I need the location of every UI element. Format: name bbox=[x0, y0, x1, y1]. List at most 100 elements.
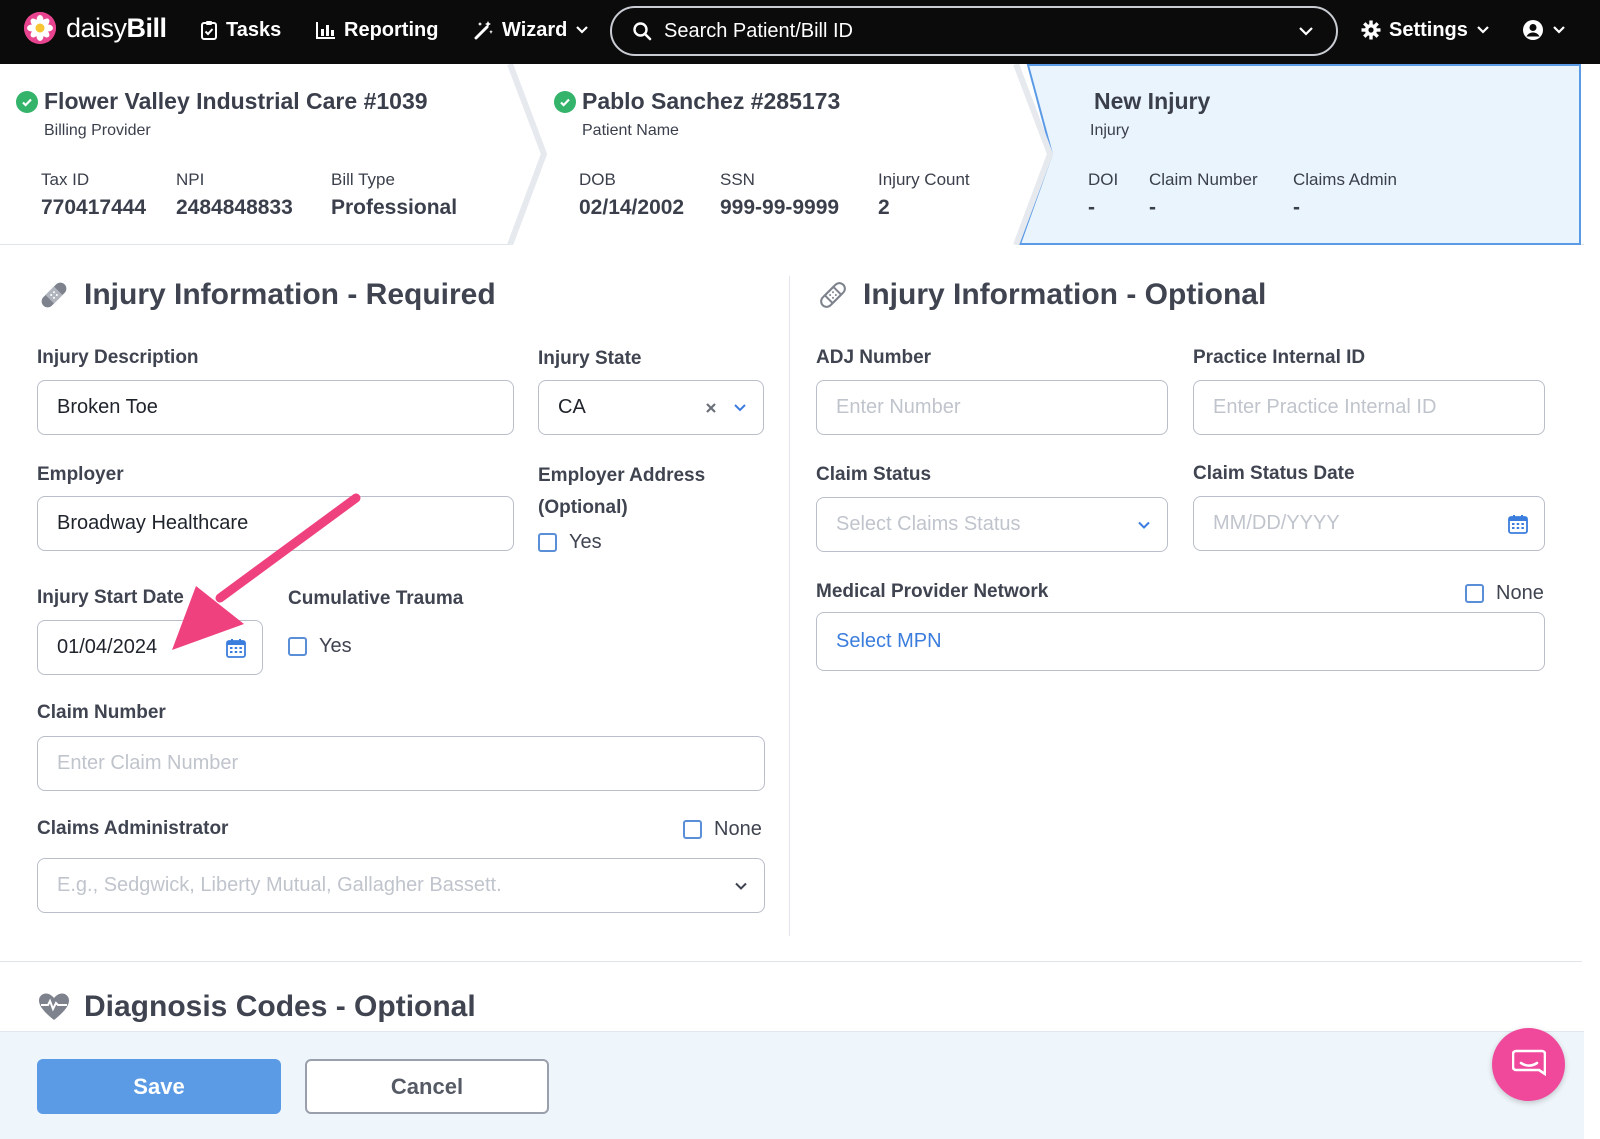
bandage-icon bbox=[41, 282, 67, 308]
form-footer: Save Cancel bbox=[0, 1031, 1584, 1139]
adj-number-placeholder: Enter Number bbox=[836, 396, 961, 418]
optional-section-title: Injury Information - Optional bbox=[817, 278, 1266, 312]
nav-tasks[interactable]: Tasks bbox=[200, 14, 281, 46]
doi-value: - bbox=[1088, 196, 1095, 219]
cancel-button[interactable]: Cancel bbox=[305, 1059, 549, 1114]
logo-text: daisyBill bbox=[66, 12, 167, 43]
patient-bill-search[interactable] bbox=[610, 6, 1338, 56]
claim-number-crumb-value: - bbox=[1149, 196, 1156, 219]
section-divider bbox=[0, 961, 1582, 962]
bill-type-value: Professional bbox=[331, 196, 458, 219]
bill-type-label: Bill Type bbox=[331, 170, 395, 189]
chevron-down-icon bbox=[1553, 26, 1565, 34]
chat-support-button[interactable] bbox=[1492, 1028, 1565, 1101]
nav-wizard[interactable]: Wizard bbox=[474, 14, 589, 46]
injury-crumb-title: New Injury bbox=[1094, 88, 1211, 114]
select-mpn-link[interactable]: Select MPN bbox=[836, 630, 942, 653]
save-button[interactable]: Save bbox=[37, 1059, 281, 1114]
chevron-down-icon[interactable] bbox=[733, 403, 747, 412]
provider-name: Flower Valley Industrial Care #1039 bbox=[44, 88, 428, 114]
employer-address-yes-checkbox[interactable]: Yes bbox=[538, 531, 602, 554]
required-section-title: Injury Information - Required bbox=[38, 278, 496, 312]
column-divider bbox=[789, 276, 790, 936]
clipboard-check-icon bbox=[201, 21, 217, 40]
patient-name: Pablo Sanchez #285173 bbox=[582, 88, 841, 114]
nav-settings[interactable]: Settings bbox=[1361, 14, 1490, 46]
required-title-text: Injury Information - Required bbox=[84, 278, 496, 311]
injury-start-date-value: 01/04/2024 bbox=[57, 636, 158, 658]
claim-status-select[interactable]: Select Claims Status bbox=[816, 497, 1168, 552]
claims-admin-none-checkbox[interactable]: None bbox=[683, 818, 762, 841]
mpn-label: Medical Provider Network bbox=[816, 581, 1049, 602]
provider-subtitle: Billing Provider bbox=[44, 122, 151, 139]
search-input[interactable] bbox=[664, 19, 1264, 43]
cumulative-trauma-yes-checkbox[interactable]: Yes bbox=[288, 635, 352, 658]
check-circle-icon bbox=[16, 90, 38, 113]
breadcrumb-billing-provider[interactable]: Flower Valley Industrial Care #1039 Bill… bbox=[0, 64, 520, 245]
mpn-none-checkbox[interactable]: None bbox=[1465, 582, 1544, 605]
employer-label: Employer bbox=[37, 464, 124, 485]
npi-label: NPI bbox=[176, 170, 205, 189]
breadcrumb-new-injury[interactable]: New Injury Injury DOI - Claim Number - C… bbox=[1030, 64, 1584, 245]
diagnosis-section-title: Diagnosis Codes - Optional bbox=[38, 990, 476, 1024]
claim-number-label: Claim Number bbox=[37, 702, 166, 723]
injury-state-select[interactable]: CA bbox=[538, 380, 764, 435]
employer-input[interactable]: Broadway Healthcare bbox=[37, 496, 514, 551]
practice-internal-id-input[interactable]: Enter Practice Internal ID bbox=[1193, 380, 1545, 435]
nav-reporting-label: Reporting bbox=[344, 18, 439, 41]
injury-description-label: Injury Description bbox=[37, 347, 199, 368]
claim-number-input[interactable]: Enter Claim Number bbox=[37, 736, 765, 791]
checkbox-box[interactable] bbox=[1465, 584, 1484, 603]
tax-id-value: 770417444 bbox=[41, 196, 147, 219]
nav-reporting[interactable]: Reporting bbox=[316, 14, 438, 46]
bill-wizard-breadcrumb: Flower Valley Industrial Care #1039 Bill… bbox=[0, 64, 1584, 245]
adj-number-label: ADJ Number bbox=[816, 347, 932, 368]
clear-x-icon[interactable] bbox=[705, 402, 717, 414]
injury-description-input[interactable]: Broken Toe bbox=[37, 380, 514, 435]
employer-address-yes-label: Yes bbox=[569, 531, 602, 553]
nav-settings-label: Settings bbox=[1389, 18, 1468, 41]
dob-value: 02/14/2002 bbox=[579, 196, 685, 219]
dob-label: DOB bbox=[579, 170, 616, 189]
claim-status-label: Claim Status bbox=[816, 464, 932, 485]
bandage-outline-icon bbox=[820, 282, 846, 308]
claims-admin-crumb-value: - bbox=[1293, 196, 1300, 219]
nav-tasks-label: Tasks bbox=[226, 18, 282, 41]
injury-count-value: 2 bbox=[878, 196, 890, 219]
injury-state-label: Injury State bbox=[538, 348, 642, 369]
ssn-value: 999-99-9999 bbox=[720, 196, 840, 219]
provider-title: Flower Valley Industrial Care #1039 bbox=[16, 88, 428, 115]
chevron-down-icon[interactable] bbox=[1137, 520, 1151, 529]
optional-title-text: Injury Information - Optional bbox=[863, 278, 1267, 311]
cumulative-trauma-yes-label: Yes bbox=[319, 635, 352, 657]
chevron-down-icon bbox=[1477, 26, 1489, 34]
calendar-icon[interactable] bbox=[226, 638, 246, 658]
chevron-down-icon[interactable] bbox=[734, 881, 748, 890]
nav-wizard-label: Wizard bbox=[502, 18, 568, 41]
claims-administrator-label: Claims Administrator bbox=[37, 818, 229, 839]
npi-value: 2484848833 bbox=[176, 196, 293, 219]
injury-count-label: Injury Count bbox=[878, 170, 970, 189]
adj-number-input[interactable]: Enter Number bbox=[816, 380, 1168, 435]
claim-status-date-label: Claim Status Date bbox=[1193, 463, 1355, 484]
user-menu[interactable] bbox=[1522, 14, 1566, 46]
tax-id-label: Tax ID bbox=[41, 170, 90, 189]
gear-icon bbox=[1361, 20, 1381, 40]
injury-start-date-input[interactable]: 01/04/2024 bbox=[37, 620, 263, 675]
claim-status-date-input[interactable]: MM/DD/YYYY bbox=[1193, 496, 1545, 551]
employer-value: Broadway Healthcare bbox=[57, 512, 249, 534]
injury-crumb-subtitle: Injury bbox=[1090, 122, 1130, 139]
daisybill-logo[interactable]: daisyBill bbox=[24, 12, 167, 44]
calendar-icon[interactable] bbox=[1508, 514, 1528, 534]
chevron-down-icon[interactable] bbox=[1298, 26, 1314, 36]
breadcrumb-patient[interactable]: Pablo Sanchez #285173 Patient Name DOB 0… bbox=[520, 64, 1030, 245]
claims-admin-placeholder: E.g., Sedgwick, Liberty Mutual, Gallaghe… bbox=[57, 874, 502, 896]
checkbox-box[interactable] bbox=[288, 637, 307, 656]
checkbox-box[interactable] bbox=[538, 533, 557, 552]
practice-internal-id-placeholder: Enter Practice Internal ID bbox=[1213, 396, 1437, 418]
claims-administrator-select[interactable]: E.g., Sedgwick, Liberty Mutual, Gallaghe… bbox=[37, 858, 765, 913]
mpn-none-label: None bbox=[1496, 582, 1544, 604]
checkbox-box[interactable] bbox=[683, 820, 702, 839]
select-mpn-field[interactable]: Select MPN bbox=[816, 612, 1545, 671]
select-controls bbox=[705, 402, 747, 414]
